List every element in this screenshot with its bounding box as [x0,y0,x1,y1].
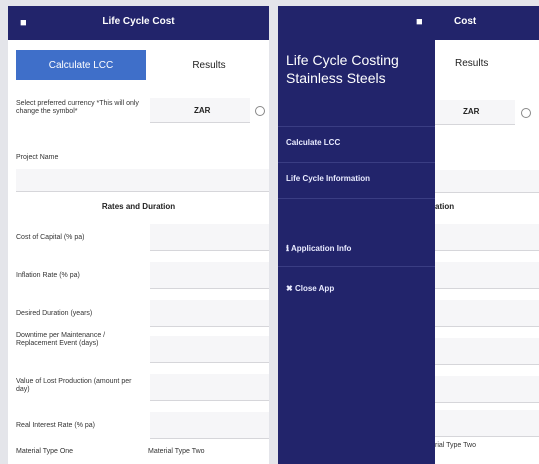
drawer-divider [278,266,435,267]
field-right-6[interactable] [435,410,539,437]
inflation-rate-input[interactable] [150,262,269,289]
project-name-label: Project Name [16,154,59,161]
drawer-item-life-cycle-info[interactable]: Life Cycle Information [286,174,370,183]
application-info-label: Application Info [290,244,352,253]
field-right-2[interactable] [435,262,539,289]
drawer-divider [278,126,435,127]
currency-radio[interactable] [255,106,265,116]
project-name-input-right[interactable] [435,170,539,193]
currency-radio-right[interactable] [521,108,531,118]
content-behind-drawer: Results ZAR ation rial Type Two [435,40,539,460]
field-right-3[interactable] [435,300,539,327]
close-icon: ✖ [286,284,293,293]
field-right-4[interactable] [435,338,539,365]
drawer-item-calculate-lcc[interactable]: Calculate LCC [286,138,340,147]
field-right-5[interactable] [435,376,539,403]
downtime-input[interactable] [150,336,269,363]
real-interest-input[interactable] [150,412,269,439]
close-app-label: Close App [294,284,335,293]
drawer-item-close-app[interactable]: ✖ Close App [286,284,334,293]
desired-duration-label: Desired Duration (years) [16,310,93,317]
drawer-divider [278,162,435,163]
cost-of-capital-label: Cost of Capital (% pa) [16,234,85,241]
app-title-fragment: Cost [454,16,477,27]
tab-calculate-lcc[interactable]: Calculate LCC [16,50,146,80]
cost-of-capital-input[interactable] [150,224,269,251]
currency-value-right: ZAR [463,107,480,116]
section-fragment: ation [435,202,455,211]
material-one-label: Material Type One [16,448,74,455]
left-screen: ■ Life Cycle Cost Calculate LCC Results … [8,6,269,464]
field-right-1[interactable] [435,224,539,251]
section-rates-duration: Rates and Duration [101,202,176,211]
lost-production-label: Value of Lost Production (amount per day… [16,378,132,393]
real-interest-label: Real Interest Rate (% pa) [16,422,95,429]
currency-label: Select preferred currency *This will onl… [16,100,139,115]
project-name-input[interactable] [16,169,269,192]
drawer-item-application-info[interactable]: ℹ Application Info [286,244,351,253]
tab-results[interactable]: Results [153,50,265,80]
tab-results-right[interactable]: Results [455,58,488,69]
material-two-label: Material Type Two [148,448,205,455]
material-two-fragment: rial Type Two [435,442,476,449]
app-title: Life Cycle Cost [102,16,175,27]
close-drawer-icon[interactable]: ■ [416,16,423,28]
right-screen: Cost Results ZAR ation rial Type Two ■ L… [278,6,539,464]
drawer-title: Life Cycle Costing Stainless Steels [286,52,399,86]
navigation-drawer: ■ Life Cycle Costing Stainless Steels Ca… [278,6,435,464]
currency-value: ZAR [194,106,211,115]
downtime-label: Downtime per Maintenance / Replacement E… [16,332,106,347]
tab-bar: Calculate LCC Results [8,40,269,82]
lost-production-input[interactable] [150,374,269,401]
app-bar: ■ Life Cycle Cost [8,6,269,40]
info-icon: ℹ [286,244,290,253]
desired-duration-input[interactable] [150,300,269,327]
inflation-rate-label: Inflation Rate (% pa) [16,272,80,279]
drawer-divider [278,198,435,199]
